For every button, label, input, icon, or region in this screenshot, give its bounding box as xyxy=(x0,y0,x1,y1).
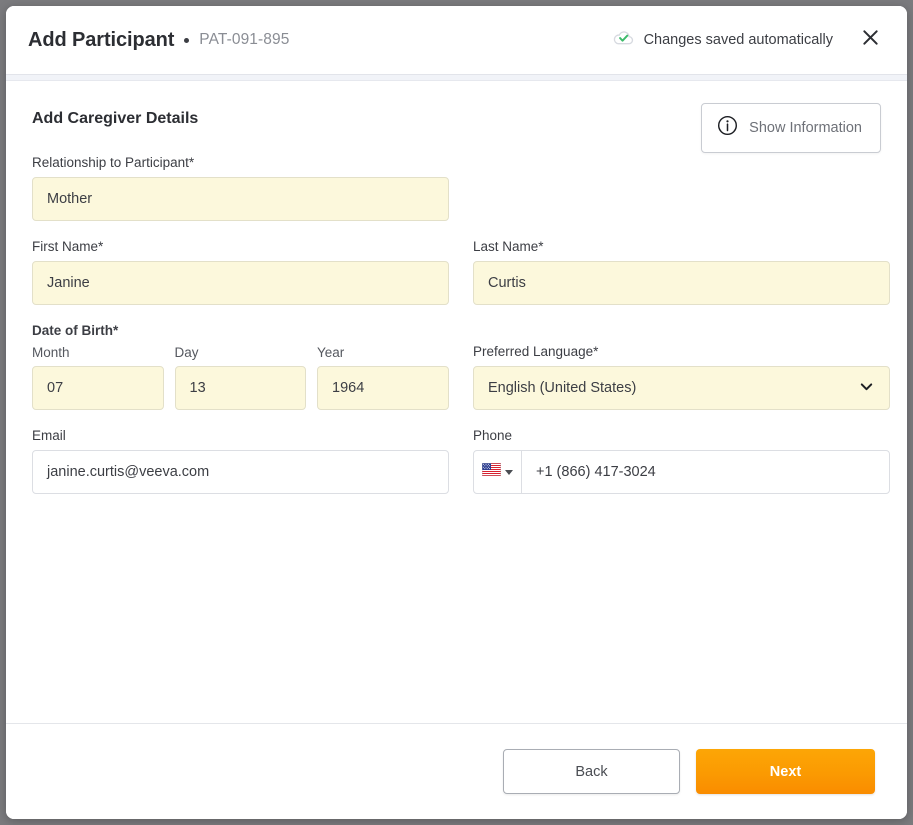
chevron-down-icon xyxy=(858,378,875,399)
modal-title-group: Add Participant PAT-091-895 xyxy=(28,29,289,52)
preferred-language-label: Preferred Language* xyxy=(473,344,599,359)
section-title: Add Caregiver Details xyxy=(32,110,199,127)
field-preferred-language: Preferred Language* English (United Stat… xyxy=(473,344,890,410)
email-input[interactable]: janine.curtis@veeva.com xyxy=(32,450,449,494)
date-of-birth-group: Month 07 Day 13 Year 1964 xyxy=(32,345,449,410)
dob-month-label: Month xyxy=(32,345,70,360)
dob-year-label: Year xyxy=(317,345,345,360)
caregiver-form: Relationship to Participant* Mother Firs… xyxy=(32,155,890,512)
field-first-name: First Name* Janine xyxy=(32,239,449,305)
title-separator-dot xyxy=(184,37,190,43)
field-email: Email janine.curtis@veeva.com xyxy=(32,428,449,494)
us-flag-icon xyxy=(481,462,502,481)
next-button[interactable]: Next xyxy=(696,749,875,794)
section-header-row: Add Caregiver Details Show Information xyxy=(32,81,881,155)
autosave-status-label: Changes saved automatically xyxy=(643,32,833,48)
info-circle-icon xyxy=(717,115,738,141)
last-name-input[interactable]: Curtis xyxy=(473,261,890,305)
dob-year-input[interactable]: 1964 xyxy=(317,366,449,410)
back-button[interactable]: Back xyxy=(503,749,680,794)
participant-id: PAT-091-895 xyxy=(199,31,290,48)
date-of-birth-label: Date of Birth* xyxy=(32,323,119,338)
phone-label: Phone xyxy=(473,428,513,443)
modal-footer: Back Next xyxy=(6,723,907,819)
add-participant-modal: Add Participant PAT-091-895 Changes save… xyxy=(6,6,907,819)
dob-day-label: Day xyxy=(174,345,199,360)
phone-input-group: +1 (866) 417-3024 xyxy=(473,450,890,494)
country-code-selector[interactable] xyxy=(474,451,522,493)
field-date-of-birth: Date of Birth* Month 07 Day 13 Year 1964 xyxy=(32,323,449,410)
show-information-label: Show Information xyxy=(749,120,862,136)
phone-number-input[interactable]: +1 (866) 417-3024 xyxy=(522,451,889,493)
email-label: Email xyxy=(32,428,66,443)
chevron-down-icon xyxy=(505,469,513,475)
spacer-row1 xyxy=(473,155,890,239)
dob-day-input[interactable]: 13 xyxy=(174,366,306,410)
page-title: Add Participant xyxy=(28,28,175,51)
cloud-check-icon xyxy=(612,26,635,54)
first-name-input[interactable]: Janine xyxy=(32,261,449,305)
field-relationship: Relationship to Participant* Mother xyxy=(32,155,449,221)
header-right-group: Changes saved automatically xyxy=(612,25,885,55)
close-icon xyxy=(861,28,880,52)
field-phone: Phone +1 (866) 417-3024 xyxy=(473,428,890,494)
relationship-label: Relationship to Participant* xyxy=(32,155,195,170)
field-last-name: Last Name* Curtis xyxy=(473,239,890,305)
modal-header: Add Participant PAT-091-895 Changes save… xyxy=(6,6,907,74)
dob-month-group: Month 07 xyxy=(32,345,164,410)
show-information-button[interactable]: Show Information xyxy=(701,103,881,153)
last-name-label: Last Name* xyxy=(473,239,544,254)
dob-year-group: Year 1964 xyxy=(317,345,449,410)
dob-day-group: Day 13 xyxy=(174,345,306,410)
dob-month-input[interactable]: 07 xyxy=(32,366,164,410)
preferred-language-value: English (United States) xyxy=(488,380,637,396)
modal-body: Add Caregiver Details Show Information R… xyxy=(6,81,907,723)
close-button[interactable] xyxy=(855,25,885,55)
first-name-label: First Name* xyxy=(32,239,104,254)
preferred-language-select[interactable]: English (United States) xyxy=(473,366,890,410)
autosave-status: Changes saved automatically xyxy=(612,26,833,54)
relationship-input[interactable]: Mother xyxy=(32,177,449,221)
header-divider xyxy=(6,74,907,81)
